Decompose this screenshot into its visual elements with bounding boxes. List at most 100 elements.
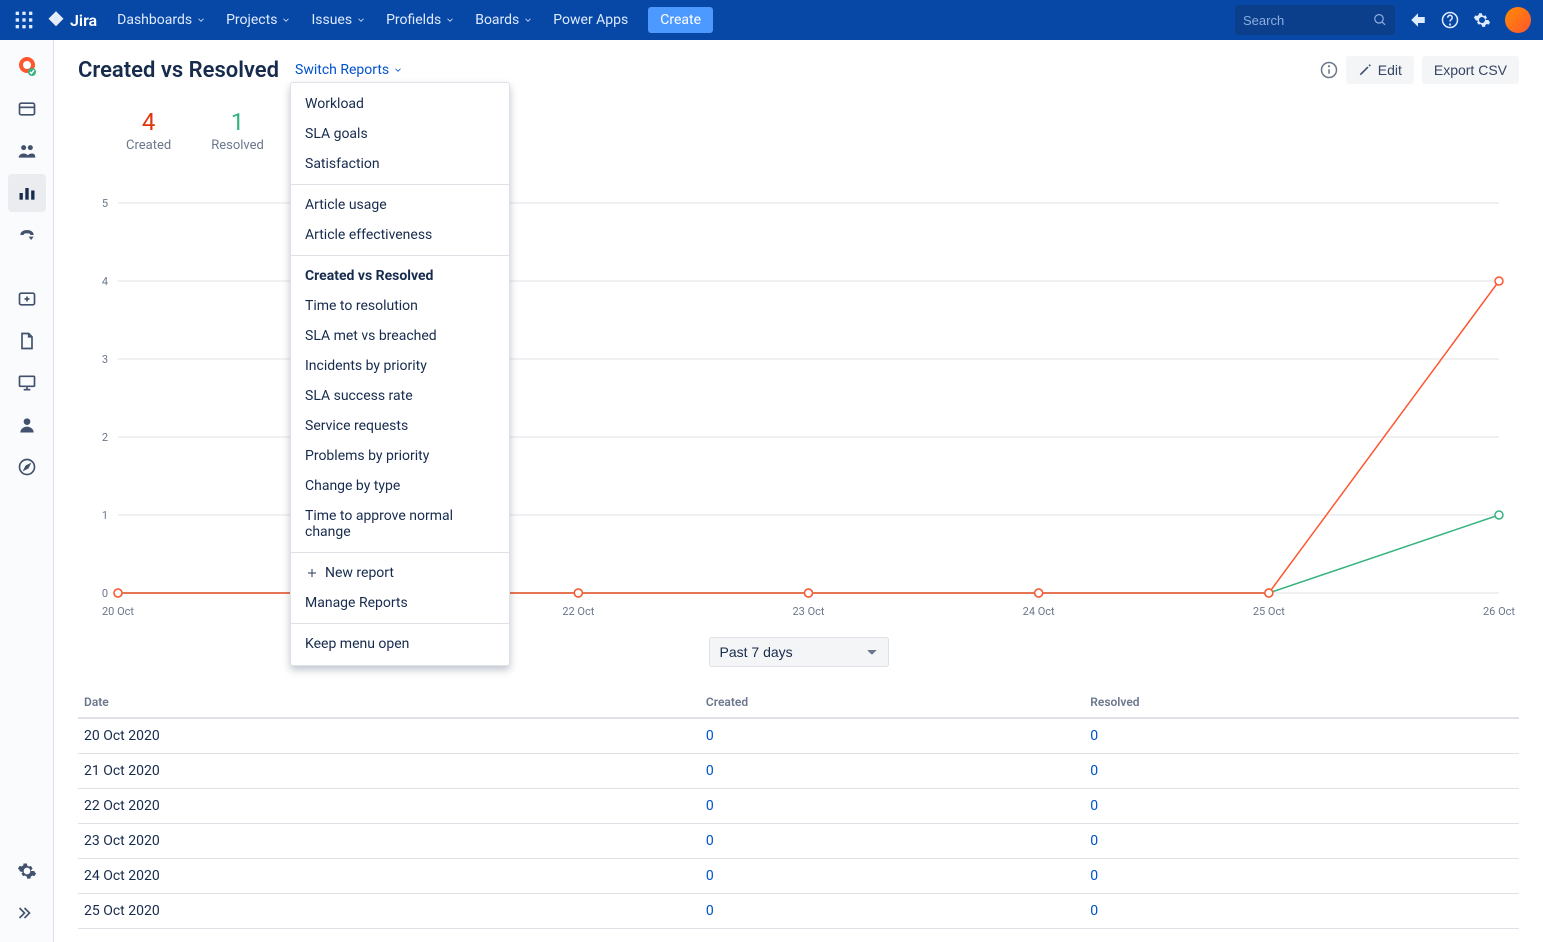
report-menu-item[interactable]: Incidents by priority (291, 351, 509, 381)
svg-text:26 Oct: 26 Oct (1483, 605, 1515, 618)
table-header: Resolved (1084, 687, 1519, 718)
date-range-select[interactable]: Past 7 days (709, 637, 889, 667)
user-avatar[interactable] (1505, 7, 1531, 33)
report-menu-item[interactable]: Change by type (291, 471, 509, 501)
svg-text:3: 3 (102, 353, 108, 366)
help-icon[interactable] (1441, 11, 1459, 29)
cell-created[interactable]: 0 (700, 789, 1084, 824)
nav-item-issues[interactable]: Issues (301, 0, 376, 40)
report-menu-item[interactable]: Problems by priority (291, 441, 509, 471)
stat-created: 4 Created (126, 108, 171, 153)
cell-created[interactable]: 0 (700, 754, 1084, 789)
report-menu-item[interactable]: Workload (291, 89, 509, 119)
table-header: Date (78, 687, 700, 718)
cell-created[interactable]: 0 (700, 859, 1084, 894)
page-title: Created vs Resolved (78, 58, 279, 83)
edit-button-label: Edit (1378, 62, 1402, 78)
jira-logo[interactable]: Jira (38, 10, 105, 30)
table-row: 21 Oct 202000 (78, 754, 1519, 789)
svg-text:25 Oct: 25 Oct (1253, 605, 1285, 618)
report-menu-item[interactable]: Service requests (291, 411, 509, 441)
switch-reports-label: Switch Reports (295, 62, 389, 78)
report-menu-item[interactable]: Manage Reports (291, 588, 509, 618)
sidebar-settings-icon[interactable] (8, 852, 46, 890)
sidebar-page-icon[interactable] (8, 322, 46, 360)
report-menu-item[interactable]: Satisfaction (291, 149, 509, 179)
cell-date: 22 Oct 2020 (78, 789, 700, 824)
report-menu-item[interactable]: Article usage (291, 190, 509, 220)
table-row: 24 Oct 202000 (78, 859, 1519, 894)
nav-item-profields[interactable]: Profields (376, 0, 465, 40)
cell-resolved[interactable]: 0 (1084, 789, 1519, 824)
sidebar-queues-icon[interactable] (8, 90, 46, 128)
search-box[interactable] (1235, 5, 1395, 35)
jira-logo-text: Jira (70, 11, 97, 30)
main-content: Created vs Resolved Switch Reports Edit … (54, 40, 1543, 942)
sidebar-compass-icon[interactable] (8, 448, 46, 486)
export-csv-button[interactable]: Export CSV (1422, 56, 1519, 84)
chevron-down-icon (281, 15, 291, 25)
table-row: 23 Oct 202000 (78, 824, 1519, 859)
search-input[interactable] (1243, 13, 1373, 28)
notifications-icon[interactable] (1409, 11, 1427, 29)
cell-resolved[interactable]: 0 (1084, 859, 1519, 894)
data-table: DateCreatedResolved 20 Oct 20200021 Oct … (78, 687, 1519, 929)
report-menu-item[interactable]: SLA success rate (291, 381, 509, 411)
stat-resolved-value: 1 (211, 108, 264, 136)
chevron-down-icon (445, 15, 455, 25)
nav-item-label: Profields (386, 12, 441, 28)
cell-date: 21 Oct 2020 (78, 754, 700, 789)
settings-icon[interactable] (1473, 11, 1491, 29)
cell-created[interactable]: 0 (700, 824, 1084, 859)
report-menu-item[interactable]: Created vs Resolved (291, 261, 509, 291)
app-switcher-icon[interactable] (12, 8, 36, 32)
cell-resolved[interactable]: 0 (1084, 824, 1519, 859)
nav-item-label: Projects (226, 12, 277, 28)
new-report-item[interactable]: New report (291, 558, 509, 588)
plus-icon (305, 566, 319, 580)
report-menu-item[interactable]: Keep menu open (291, 629, 509, 659)
cell-resolved[interactable]: 0 (1084, 894, 1519, 929)
report-menu-item[interactable]: SLA met vs breached (291, 321, 509, 351)
report-menu-item[interactable]: SLA goals (291, 119, 509, 149)
cell-created[interactable]: 0 (700, 894, 1084, 929)
svg-text:5: 5 (102, 197, 108, 210)
info-icon[interactable] (1320, 61, 1338, 79)
report-menu-item[interactable]: Article effectiveness (291, 220, 509, 250)
cell-date: 24 Oct 2020 (78, 859, 700, 894)
cell-resolved[interactable]: 0 (1084, 754, 1519, 789)
edit-button[interactable]: Edit (1346, 56, 1414, 84)
sidebar-person-icon[interactable] (8, 406, 46, 444)
table-header: Created (700, 687, 1084, 718)
stat-created-label: Created (126, 138, 171, 153)
switch-reports-button[interactable]: Switch Reports (295, 62, 403, 78)
nav-item-projects[interactable]: Projects (216, 0, 301, 40)
stat-resolved: 1 Resolved (211, 108, 264, 153)
create-button[interactable]: Create (648, 7, 713, 33)
svg-text:2: 2 (102, 431, 108, 444)
nav-item-power-apps[interactable]: Power Apps (543, 0, 638, 40)
svg-text:1: 1 (102, 509, 108, 522)
menu-separator (291, 184, 509, 185)
sidebar-raise-request-icon[interactable] (8, 216, 46, 254)
cell-date: 25 Oct 2020 (78, 894, 700, 929)
report-menu-item[interactable]: Time to approve normal change (291, 501, 509, 547)
sidebar-expand-icon[interactable] (8, 894, 46, 932)
nav-item-label: Dashboards (117, 12, 192, 28)
sidebar-project-icon[interactable] (8, 48, 46, 86)
sidebar-add-shortcut-icon[interactable] (8, 280, 46, 318)
nav-item-dashboards[interactable]: Dashboards (107, 0, 216, 40)
switch-reports-menu: WorkloadSLA goalsSatisfaction Article usa… (290, 82, 510, 666)
nav-item-label: Issues (311, 12, 352, 28)
sidebar-customers-icon[interactable] (8, 132, 46, 170)
sidebar-screen-icon[interactable] (8, 364, 46, 402)
stat-created-value: 4 (126, 108, 171, 136)
cell-created[interactable]: 0 (700, 718, 1084, 754)
report-menu-item[interactable]: Time to resolution (291, 291, 509, 321)
svg-text:24 Oct: 24 Oct (1023, 605, 1055, 618)
svg-text:0: 0 (102, 587, 108, 600)
search-icon (1373, 12, 1387, 28)
nav-item-boards[interactable]: Boards (465, 0, 543, 40)
sidebar-reports-icon[interactable] (8, 174, 46, 212)
cell-resolved[interactable]: 0 (1084, 718, 1519, 754)
